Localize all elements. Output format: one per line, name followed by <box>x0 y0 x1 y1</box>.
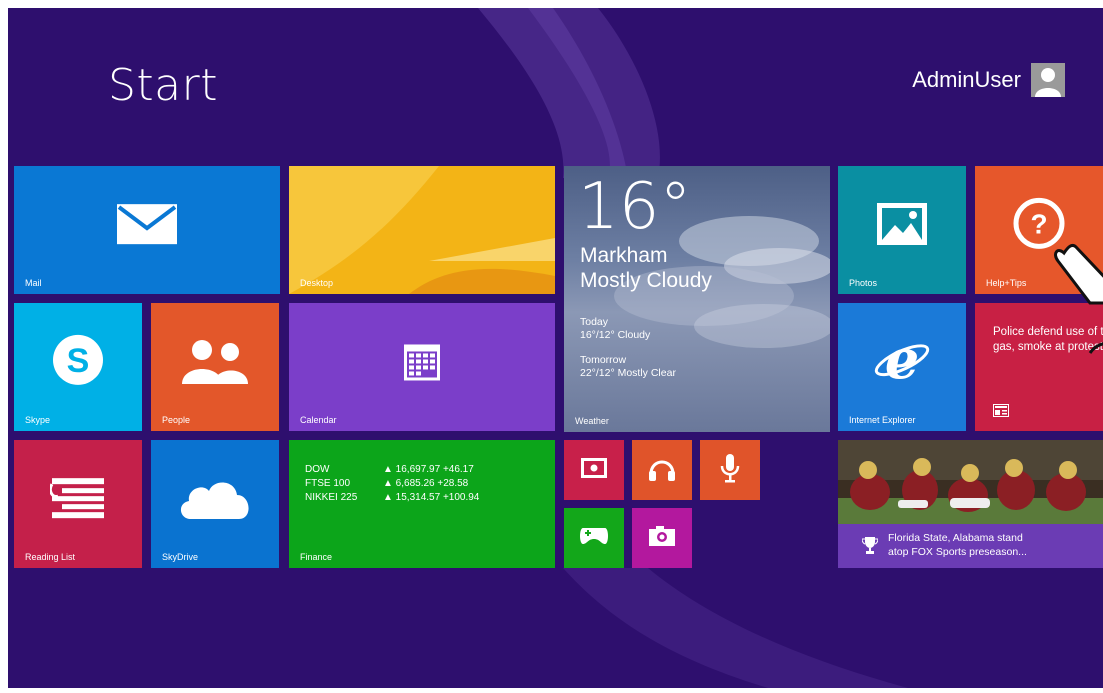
tile-label: Help+Tips <box>986 278 1027 288</box>
calendar-icon <box>403 341 441 385</box>
weather-condition: Mostly Cloudy <box>580 269 712 292</box>
tile-voice-recorder[interactable] <box>700 440 760 500</box>
tile-label: Weather <box>575 416 609 426</box>
tile-mail[interactable]: Mail <box>14 166 280 294</box>
touch-hand-icon <box>1054 243 1103 354</box>
gamepad-icon <box>579 526 609 550</box>
user-avatar-icon <box>1031 63 1065 97</box>
tile-weather[interactable]: 16° Markham Mostly Cloudy Today 16°/12° … <box>564 166 830 432</box>
camera-icon <box>648 525 676 551</box>
tile-label: Internet Explorer <box>849 415 916 425</box>
sports-headline-line1: Florida State, Alabama stand <box>888 532 1023 544</box>
ie-icon: e <box>872 327 932 392</box>
tile-photos[interactable]: Photos <box>838 166 966 294</box>
finance-row: DOW ▲ 16,697.97 +46.17 <box>305 464 474 475</box>
tile-video[interactable] <box>564 440 624 500</box>
sports-headline-line2: atop FOX Sports preseason... <box>888 546 1027 558</box>
finance-row: NIKKEI 225 ▲ 15,314.57 +100.94 <box>305 492 479 503</box>
svg-text:S: S <box>67 342 90 380</box>
tile-people[interactable]: People <box>151 303 279 431</box>
tile-reading-list[interactable]: Reading List <box>14 440 142 568</box>
tile-label: Skype <box>25 415 51 425</box>
photo-icon <box>875 201 929 251</box>
cloud-icon <box>177 475 253 525</box>
trophy-icon <box>861 536 879 558</box>
tile-label: Finance <box>300 552 333 562</box>
svg-text:?: ? <box>1030 208 1047 239</box>
news-icon <box>993 402 1009 421</box>
microphone-icon <box>720 453 740 487</box>
user-name: AdminUser <box>912 67 1021 92</box>
people-icon <box>180 338 250 388</box>
tile-internet-explorer[interactable]: e Internet Explorer <box>838 303 966 431</box>
desktop-wallpaper <box>289 166 555 294</box>
weather-temperature: 16° <box>578 170 692 244</box>
tile-skype[interactable]: S Skype <box>14 303 142 431</box>
user-account[interactable]: AdminUser <box>912 63 1065 97</box>
tile-label: Mail <box>25 278 42 288</box>
weather-city-name: Markham <box>580 244 668 267</box>
tile-calendar[interactable]: Calendar <box>289 303 555 431</box>
start-title: Start <box>108 60 218 111</box>
tile-music[interactable] <box>632 440 692 500</box>
tile-camera[interactable] <box>632 508 692 568</box>
tile-label: Desktop <box>300 278 334 288</box>
tile-finance[interactable]: DOW ▲ 16,697.97 +46.17 FTSE 100 ▲ 6,685.… <box>289 440 555 568</box>
headphones-icon <box>647 454 677 486</box>
tile-label: People <box>162 415 191 425</box>
tile-label: Reading List <box>25 552 76 562</box>
finance-index-value: ▲ 6,685.26 +28.58 <box>383 478 469 489</box>
sports-headline: Florida State, Alabama stand atop FOX Sp… <box>888 531 1027 559</box>
reading-list-icon <box>48 476 106 524</box>
weather-tomorrow-forecast: 22°/12° Mostly Clear <box>580 367 676 379</box>
mail-icon <box>115 202 179 250</box>
tile-label: Photos <box>849 278 878 288</box>
tile-sports[interactable]: Florida State, Alabama stand atop FOX Sp… <box>838 440 1103 568</box>
video-icon <box>581 458 607 482</box>
weather-today-label: Today <box>580 316 609 328</box>
tile-desktop[interactable]: Desktop <box>289 166 555 294</box>
sports-photo <box>838 440 1103 524</box>
svg-text:e: e <box>885 332 919 388</box>
finance-index-name: NIKKEI 225 <box>305 492 358 503</box>
finance-row: FTSE 100 ▲ 6,685.26 +28.58 <box>305 478 468 489</box>
finance-index-value: ▲ 15,314.57 +100.94 <box>383 492 480 503</box>
skype-icon: S <box>48 330 108 394</box>
tile-games[interactable] <box>564 508 624 568</box>
tile-label: Calendar <box>300 415 337 425</box>
weather-tomorrow: Tomorrow 22°/12° Mostly Clear <box>580 354 676 380</box>
sports-caption: Florida State, Alabama stand atop FOX Sp… <box>838 524 1103 568</box>
weather-today-forecast: 16°/12° Cloudy <box>580 329 651 341</box>
weather-city: Markham Mostly Cloudy <box>580 243 712 293</box>
tile-label: SkyDrive <box>162 552 199 562</box>
finance-index-value: ▲ 16,697.97 +46.17 <box>383 464 474 475</box>
tile-skydrive[interactable]: SkyDrive <box>151 440 279 568</box>
weather-tomorrow-label: Tomorrow <box>580 354 627 366</box>
weather-today: Today 16°/12° Cloudy <box>580 316 650 342</box>
start-screen: Start AdminUser Mail Desktop 16° Markham… <box>8 8 1103 688</box>
finance-index-name: DOW <box>305 464 330 475</box>
finance-index-name: FTSE 100 <box>305 478 351 489</box>
